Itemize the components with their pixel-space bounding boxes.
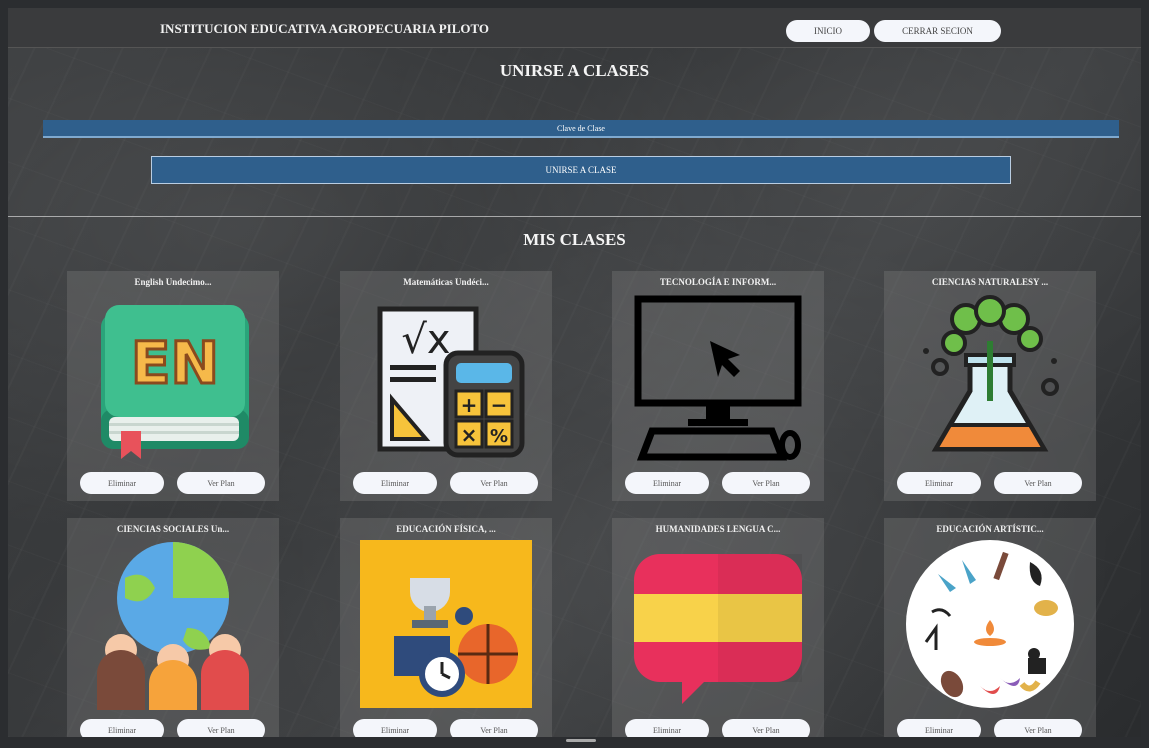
view-plan-button[interactable]: Ver Plan (722, 719, 810, 737)
class-card-title: EDUCACIÓN ARTÍSTIC... (936, 524, 1044, 534)
scroll-handle[interactable] (566, 739, 596, 742)
class-code-input[interactable]: Clave de Clase (43, 120, 1119, 138)
section-divider (8, 216, 1141, 217)
view-plan-button[interactable]: Ver Plan (450, 719, 538, 737)
class-card: EDUCACIÓN ARTÍSTIC... Eliminar Ver Plan (884, 518, 1096, 737)
delete-class-button[interactable]: Eliminar (80, 719, 164, 737)
class-card: CIENCIAS NATURALESY ... Eliminar Ver Pla… (884, 271, 1096, 501)
delete-class-button[interactable]: Eliminar (625, 472, 709, 494)
globe-people-icon (87, 538, 259, 710)
svg-text:%: % (490, 426, 508, 447)
svg-text:EN: EN (131, 329, 219, 397)
logout-button[interactable]: CERRAR SECION (874, 20, 1001, 42)
view-plan-button[interactable]: Ver Plan (450, 472, 538, 494)
view-plan-button[interactable]: Ver Plan (994, 719, 1082, 737)
class-card: EDUCACIÓN FÍSICA, ... Eliminar Ver Plan (340, 518, 552, 737)
calculator-icon: √x + − × % (360, 291, 532, 463)
my-classes-title: MIS CLASES (523, 230, 626, 249)
delete-class-button[interactable]: Eliminar (897, 472, 981, 494)
view-plan-button[interactable]: Ver Plan (722, 472, 810, 494)
class-card: HUMANIDADES LENGUA C... Eliminar Ver Pla… (612, 518, 824, 737)
class-card-title: CIENCIAS SOCIALES Un... (116, 524, 230, 534)
class-card-title: English Undecimo... (134, 277, 212, 287)
computer-icon (632, 291, 804, 463)
class-card: TECNOLOGÍA E INFORM... Eliminar Ver Plan (612, 271, 824, 501)
svg-text:√x: √x (401, 317, 450, 363)
arts-icon (904, 538, 1076, 710)
class-card: Matemáticas Undéci... √x + − × % Elimina… (340, 271, 552, 501)
class-card-title: HUMANIDADES LENGUA C... (655, 524, 781, 534)
brand-title: INSTITUCION EDUCATIVA AGROPECUARIA PILOT… (160, 21, 490, 36)
page-frame: INSTITUCION EDUCATIVA AGROPECUARIA PILOT… (8, 8, 1141, 737)
inicio-button[interactable]: INICIO (786, 20, 870, 42)
delete-class-button[interactable]: Eliminar (625, 719, 709, 737)
svg-text:×: × (461, 423, 478, 447)
delete-class-button[interactable]: Eliminar (897, 719, 981, 737)
class-card: English Undecimo... EN Eliminar Ver Plan (67, 271, 279, 501)
sports-icon (360, 538, 532, 710)
delete-class-button[interactable]: Eliminar (353, 719, 437, 737)
svg-text:+: + (461, 393, 478, 417)
class-card-title: Matemáticas Undéci... (403, 277, 489, 287)
view-plan-button[interactable]: Ver Plan (177, 472, 265, 494)
class-card-title: CIENCIAS NATURALESY ... (931, 277, 1049, 287)
join-section-title: UNIRSE A CLASES (499, 61, 650, 80)
delete-class-button[interactable]: Eliminar (80, 472, 164, 494)
view-plan-button[interactable]: Ver Plan (177, 719, 265, 737)
svg-text:−: − (491, 393, 508, 417)
spain-flag-icon (632, 538, 804, 710)
view-plan-button[interactable]: Ver Plan (994, 472, 1082, 494)
bottom-bar (0, 737, 1149, 748)
class-card-title: EDUCACIÓN FÍSICA, ... (396, 524, 496, 534)
flask-plant-icon (904, 291, 1076, 463)
class-card: CIENCIAS SOCIALES Un... Eliminar Ver Pla… (67, 518, 279, 737)
class-card-title: TECNOLOGÍA E INFORM... (659, 277, 777, 287)
delete-class-button[interactable]: Eliminar (353, 472, 437, 494)
join-class-button[interactable]: UNIRSE A CLASE (151, 156, 1011, 184)
english-book-icon: EN (87, 291, 259, 463)
top-navbar: INSTITUCION EDUCATIVA AGROPECUARIA PILOT… (8, 8, 1141, 48)
